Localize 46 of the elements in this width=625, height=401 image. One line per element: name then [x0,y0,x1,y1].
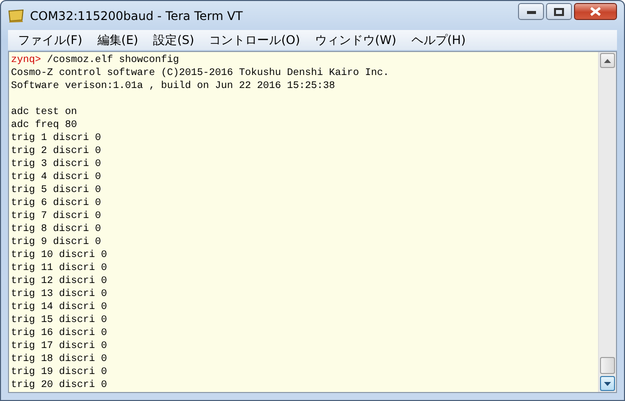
terminal-line: trig 9 discri 0 [11,236,102,249]
maximize-button[interactable] [546,3,572,20]
menu-item[interactable]: ウィンドウ(W) [309,32,406,48]
menu-item[interactable]: 編集(E) [91,32,148,48]
terminal-line: trig 3 discri 0 [11,158,102,171]
app-icon [8,8,24,22]
terminal-line: trig 11 discri 0 [11,262,108,275]
terminal-line: trig 6 discri 0 [11,197,102,210]
scroll-up-button[interactable] [600,53,615,68]
terminal-line: trig 10 discri 0 [11,249,108,262]
menu-item[interactable]: コントロール(O) [203,32,310,48]
terminal-line: Cosmo-Z control software (C)2015-2016 Tokushu Denshi Kairo Inc. [11,67,390,80]
terminal-line: trig 2 discri 0 [11,145,102,158]
terminal-line: adc test on [11,106,78,119]
window-title: COM32:115200baud - Tera Term VT [30,8,243,22]
up-arrow-icon [604,58,611,62]
terminal-line: zynq> /cosmoz.elf showconfig [11,54,180,67]
terminal-line: trig 7 discri 0 [11,210,102,223]
terminal-line: trig 19 discri 0 [11,366,108,379]
maximize-icon [554,8,564,16]
down-arrow-icon [604,382,611,386]
scroll-down-button[interactable] [600,376,615,391]
terminal-line: trig 20 discri 0 [11,379,108,392]
terminal-line: Software verison:1.01a , build on Jun 22 2016 15:25:38 [11,80,336,93]
terminal-line: trig 18 discri 0 [11,353,108,366]
terminal-line: trig 5 discri 0 [11,184,102,197]
terminal-line: trig 8 discri 0 [11,223,102,236]
terminal-line: adc freq 80 [11,119,78,132]
menu-item[interactable]: ファイル(F) [12,32,92,48]
menu-item[interactable]: ヘルプ(H) [405,32,475,48]
scrollbar[interactable] [598,52,616,392]
terminal-line: trig 17 discri 0 [11,340,108,353]
terminal-area[interactable] [9,52,598,392]
close-icon [590,7,601,16]
terminal-line: trig 13 discri 0 [11,288,108,301]
terminal-line: trig 14 discri 0 [11,301,108,314]
scroll-thumb[interactable] [600,357,615,374]
close-button[interactable] [574,3,617,20]
terminal-line: trig 1 discri 0 [11,132,102,145]
terminal-line: trig 4 discri 0 [11,171,102,184]
minimize-button[interactable] [518,3,544,20]
menu-item[interactable]: 設定(S) [147,32,204,48]
terminal-line: trig 15 discri 0 [11,314,108,327]
minimize-icon [526,10,536,14]
terminal-line: trig 16 discri 0 [11,327,108,340]
terminal-line: trig 12 discri 0 [11,275,108,288]
